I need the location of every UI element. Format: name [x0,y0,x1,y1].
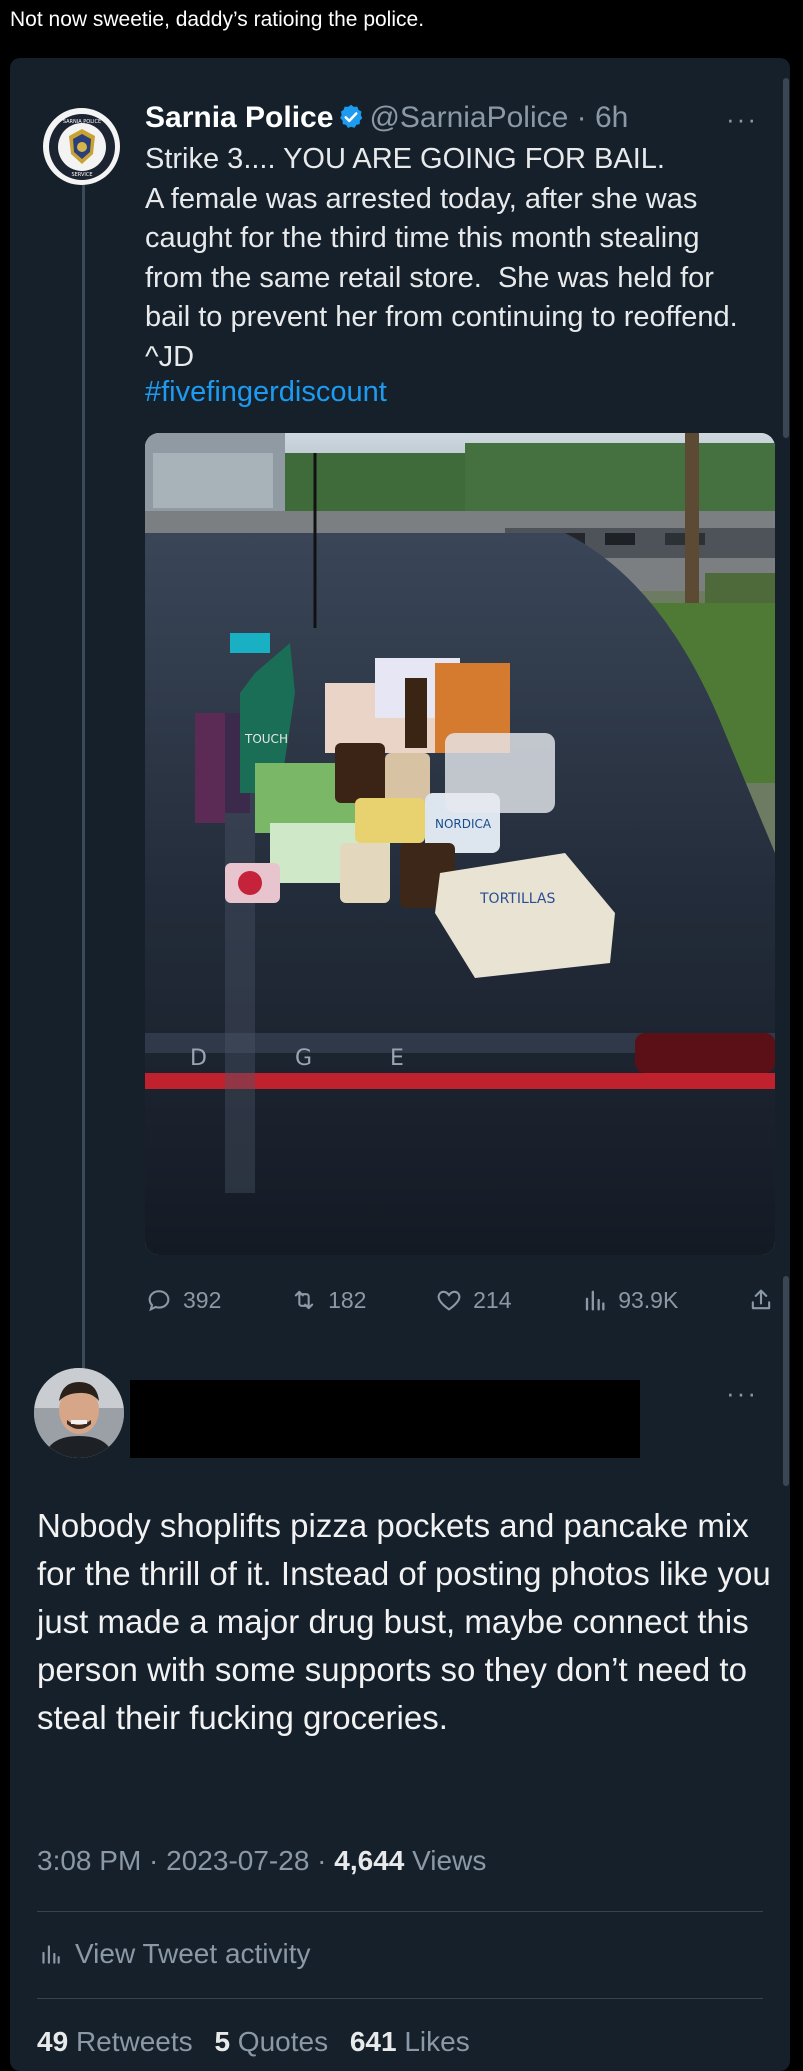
like-action[interactable]: 214 [435,1286,512,1314]
reply-more-options-icon[interactable]: ··· [726,1378,758,1409]
reply-author-avatar[interactable] [34,1368,124,1458]
person-photo-icon [34,1368,124,1458]
more-options-icon[interactable]: ··· [726,104,758,135]
share-icon [751,1289,771,1310]
retweet-action[interactable]: 182 [290,1286,366,1314]
trunk-letter-g: G [295,1046,312,1071]
reply-action[interactable]: 392 [145,1286,221,1314]
stolen-items-on-car-image: D G E TOUCH NORDICA TORTILLAS [145,433,775,1255]
activity-icon [42,1945,60,1964]
tweet-card: SARNIA POLICE SERVICE Sarnia Police @Sarn… [10,58,790,2071]
scrollbar-bottom[interactable] [783,1276,789,1486]
post-caption: Not now sweetie, daddy’s ratioing the po… [10,8,425,31]
retweets-label[interactable]: Retweets [76,2026,193,2057]
reply-count: 392 [183,1286,222,1313]
reply-timestamp-views: 3:08 PM · 2023-07-28 · 4,644 Views [37,1845,486,1877]
nordica-label: NORDICA [435,817,492,831]
hashtag-link[interactable]: #fivefingerdiscount [145,376,387,409]
view-tweet-activity-link[interactable]: View Tweet activity [37,1938,311,1970]
reply-views-count: 4,644 [334,1845,405,1876]
divider-1 [37,1911,763,1912]
trunk-letter-d: D [190,1046,207,1071]
verified-badge-icon [337,102,365,142]
author-name[interactable]: Sarnia Police [145,101,333,134]
reply-stats: 49 Retweets 5 Quotes 641 Likes [37,2026,470,2058]
reply-timestamp[interactable]: 3:08 PM · 2023-07-28 · [37,1845,334,1876]
retweets-count[interactable]: 49 [37,2026,68,2057]
tweet-header: Sarnia Police @SarniaPolice · 6h [145,98,628,142]
tweet-actions-bar: 392 182 214 93.9K [145,1278,775,1322]
likes-count[interactable]: 641 [350,2026,397,2057]
reply-views-label: Views [404,1845,487,1876]
tweet-photo[interactable]: D G E TOUCH NORDICA TORTILLAS [145,433,775,1255]
divider-2 [37,1998,763,1999]
reply-body: Nobody shoplifts pizza pockets and panca… [37,1507,780,1736]
quotes-count[interactable]: 5 [214,2026,230,2057]
quotes-label[interactable]: Quotes [238,2026,328,2057]
analytics-icon [586,1290,605,1311]
scrollbar-top[interactable] [783,78,789,438]
author-handle-time[interactable]: @SarniaPolice · 6h [369,101,628,134]
trunk-letter-e: E [390,1046,404,1071]
tortillas-label: TORTILLAS [479,891,555,907]
touch-label: TOUCH [244,732,288,746]
retweet-count: 182 [328,1286,367,1313]
heart-icon [437,1290,461,1311]
redacted-name-bar [130,1380,640,1458]
thread-connector-line [82,178,85,1373]
sarnia-police-avatar[interactable]: SARNIA POLICE SERVICE [43,108,120,185]
views-action[interactable]: 93.9K [580,1286,678,1314]
badge-top-text: SARNIA POLICE [62,119,100,125]
activity-label: View Tweet activity [75,1938,311,1969]
retweet-icon [294,1290,314,1310]
police-badge-icon: SARNIA POLICE SERVICE [48,113,115,180]
tweet-body: Strike 3.... YOU ARE GOING FOR BAIL. A f… [145,143,738,373]
reply-icon [148,1290,170,1312]
like-count: 214 [473,1286,512,1313]
likes-label[interactable]: Likes [404,2026,469,2057]
badge-bottom-text: SERVICE [71,172,92,178]
share-action[interactable] [747,1286,775,1314]
views-count: 93.9K [618,1286,679,1313]
